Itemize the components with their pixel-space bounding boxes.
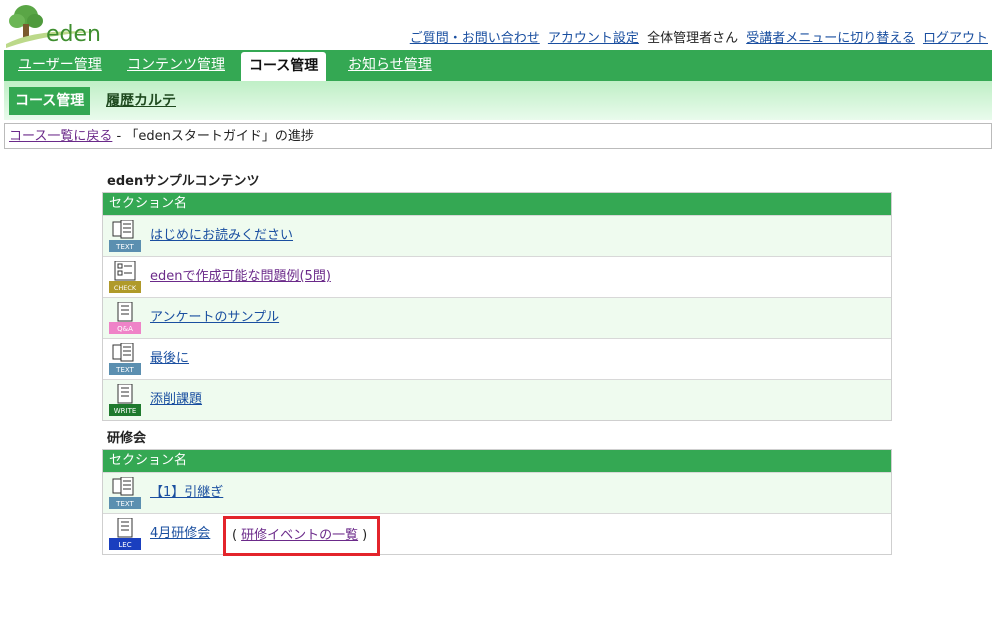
- breadcrumb-separator: -: [112, 129, 126, 144]
- section-header: セクション名: [103, 193, 891, 215]
- content-link-handover[interactable]: 【1】引継ぎ: [150, 473, 223, 513]
- eden-logo[interactable]: eden: [6, 4, 106, 48]
- svg-text:Q&A: Q&A: [117, 325, 133, 333]
- text-icon: TEXT: [109, 220, 141, 252]
- table-row: TEXT はじめにお読みください: [103, 215, 891, 256]
- svg-text:TEXT: TEXT: [115, 500, 134, 508]
- content-link-survey-sample[interactable]: アンケートのサンプル: [150, 298, 279, 338]
- content-link-correction-task[interactable]: 添削課題: [150, 380, 202, 420]
- group-title: 研修会: [107, 431, 147, 446]
- training-events-highlight: (研修イベントの一覧): [223, 516, 381, 556]
- svg-text:LEC: LEC: [118, 541, 131, 549]
- training-events-list-link[interactable]: 研修イベントの一覧: [241, 528, 358, 543]
- content-link-intro[interactable]: はじめにお読みください: [150, 216, 293, 256]
- breadcrumb-current: 「edenスタートガイド」の進捗: [125, 129, 314, 144]
- help-link[interactable]: ご質問・お問い合わせ: [410, 31, 540, 46]
- table-row: TEXT 【1】引継ぎ: [103, 472, 891, 513]
- account-settings-link[interactable]: アカウント設定: [548, 31, 639, 46]
- content-link-april-training[interactable]: 4月研修会: [150, 514, 210, 554]
- paren-close: ): [362, 528, 368, 543]
- header: eden ご質問・お問い合わせ アカウント設定 全体管理者さん 受講者メニューに…: [0, 0, 994, 48]
- back-to-course-list-link[interactable]: コース一覧に戻る: [9, 129, 112, 144]
- top-links: ご質問・お問い合わせ アカウント設定 全体管理者さん 受講者メニューに切り替える…: [406, 27, 988, 46]
- tab-notice-management[interactable]: お知らせ管理: [340, 50, 440, 81]
- lec-icon: LEC: [109, 518, 141, 550]
- section-header: セクション名: [103, 450, 891, 472]
- switch-to-learner-menu-link[interactable]: 受講者メニューに切り替える: [746, 31, 915, 46]
- sub-nav-bar: コース管理 履歴カルテ: [4, 81, 992, 120]
- content-link-finally[interactable]: 最後に: [150, 339, 189, 379]
- section-table: セクション名 TEXT はじめにお読みください CHECK edenで作成可能な…: [102, 192, 892, 421]
- table-row: LEC 4月研修会 (研修イベントの一覧): [103, 513, 891, 556]
- paren-open: (: [232, 528, 238, 543]
- check-icon: CHECK: [109, 261, 141, 293]
- subtab-history-chart[interactable]: 履歴カルテ: [100, 87, 182, 115]
- breadcrumb: コース一覧に戻る - 「edenスタートガイド」の進捗: [4, 123, 992, 149]
- tab-course-management[interactable]: コース管理: [241, 52, 327, 81]
- text-icon: TEXT: [109, 343, 141, 375]
- table-row: WRITE 添削課題: [103, 379, 891, 420]
- current-user-label: 全体管理者さん: [647, 31, 739, 46]
- text-icon: TEXT: [109, 477, 141, 509]
- main-tabs: ユーザー管理 コンテンツ管理 コース管理 お知らせ管理: [4, 50, 992, 81]
- section-table: セクション名 TEXT 【1】引継ぎ LEC 4月研修会 (研修イベントの一覧): [102, 449, 892, 556]
- logout-link[interactable]: ログアウト: [923, 31, 988, 46]
- svg-text:TEXT: TEXT: [115, 243, 134, 251]
- table-row: Q&A アンケートのサンプル: [103, 297, 891, 338]
- qa-icon: Q&A: [109, 302, 141, 334]
- write-icon: WRITE: [109, 384, 141, 416]
- group-title: edenサンプルコンテンツ: [107, 174, 260, 189]
- tab-content-management[interactable]: コンテンツ管理: [119, 50, 233, 81]
- svg-text:CHECK: CHECK: [114, 284, 137, 292]
- table-row: CHECK edenで作成可能な問題例(5問): [103, 256, 891, 297]
- subtab-course-management[interactable]: コース管理: [9, 87, 91, 115]
- table-row: TEXT 最後に: [103, 338, 891, 379]
- logo-text: eden: [46, 22, 101, 47]
- tab-user-management[interactable]: ユーザー管理: [10, 50, 110, 81]
- svg-text:WRITE: WRITE: [114, 407, 137, 415]
- content-link-question-examples[interactable]: edenで作成可能な問題例(5問): [150, 257, 331, 297]
- svg-text:TEXT: TEXT: [115, 366, 134, 374]
